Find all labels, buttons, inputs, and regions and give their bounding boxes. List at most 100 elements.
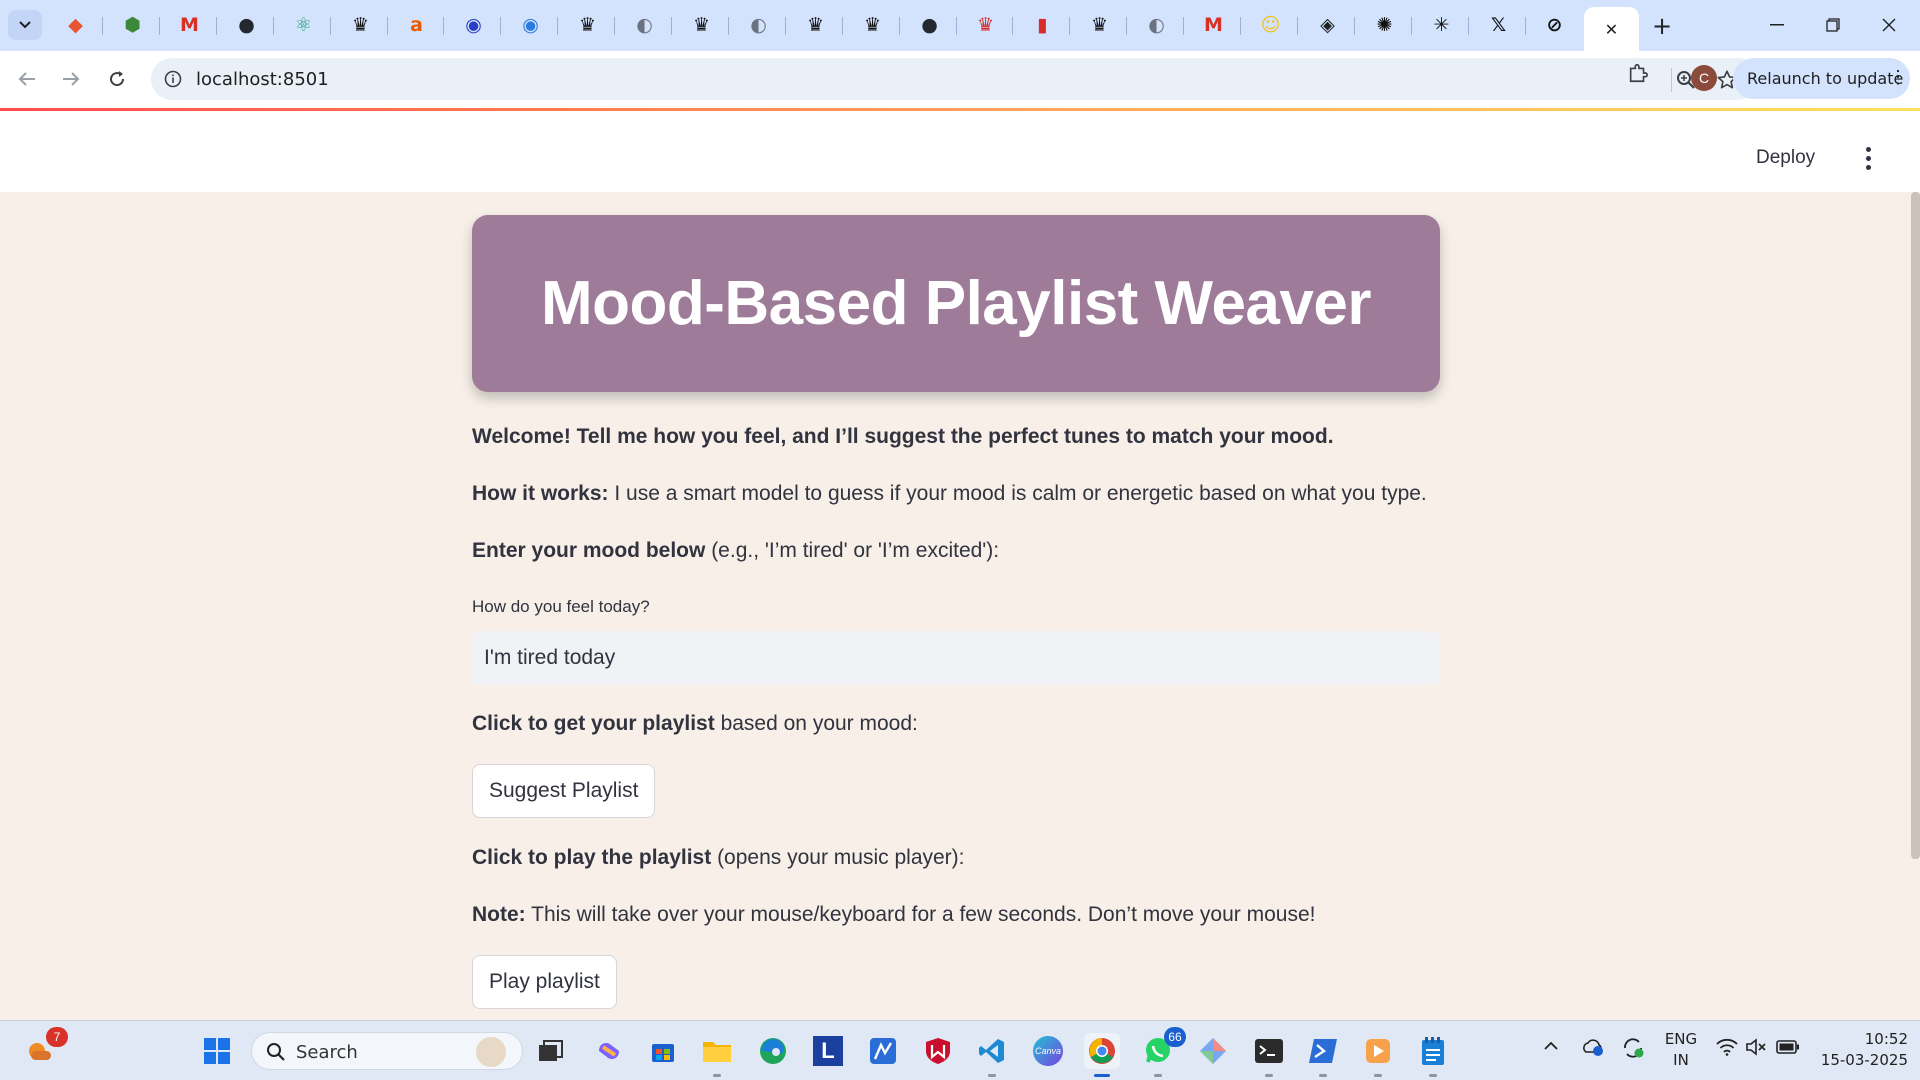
address-bar[interactable]: localhost:8501 [151, 58, 1759, 100]
browser-tab[interactable]: ♛ [1072, 7, 1127, 43]
more-vertical-icon[interactable]: ⋮ [1889, 67, 1907, 88]
browser-tab[interactable]: ♛ [845, 7, 900, 43]
chrome-app[interactable] [1084, 1033, 1120, 1077]
browser-tab[interactable]: ⊘ [1527, 7, 1582, 43]
browser-tab[interactable]: ♛ [333, 7, 388, 43]
browser-tab[interactable]: ✳ [1414, 7, 1469, 43]
mcafee-app[interactable] [920, 1033, 956, 1069]
enter-mood-body: (e.g., 'I’m tired' or 'I’m excited'): [705, 539, 1000, 562]
restore-button[interactable] [1810, 10, 1856, 40]
browser-tab[interactable]: ◐ [1129, 7, 1184, 43]
kaggle-crown-icon: ♛ [351, 14, 370, 36]
notepad-app[interactable] [1415, 1033, 1451, 1077]
search-icon [267, 1043, 285, 1061]
show-hidden-icons-button[interactable] [1543, 1039, 1559, 1055]
browser-tab[interactable]: a [389, 7, 444, 43]
site-info-icon[interactable] [161, 67, 185, 91]
tab-separator [1411, 17, 1412, 35]
browser-tab[interactable]: ✺ [1357, 7, 1412, 43]
url-text[interactable]: localhost:8501 [196, 69, 329, 90]
tab-search-button[interactable] [8, 10, 42, 40]
taskbar-search[interactable]: Search [251, 1032, 523, 1070]
more-vertical-icon [1865, 146, 1871, 152]
play-icon [1366, 1039, 1390, 1063]
browser-tab[interactable]: ☺ [1243, 7, 1298, 43]
browser-tab[interactable]: ● [902, 7, 957, 43]
browser-tab[interactable]: ♛ [788, 7, 843, 43]
how-it-works-bold: How it works: [472, 482, 609, 505]
browser-tab[interactable]: ♛ [958, 7, 1013, 43]
browser-tab[interactable]: ◆ [48, 7, 103, 43]
media-player-app[interactable] [1360, 1033, 1396, 1077]
terminal-app[interactable] [1251, 1033, 1287, 1077]
browser-tab[interactable]: ● [219, 7, 274, 43]
microsoft-store-app[interactable] [645, 1033, 681, 1069]
forward-button[interactable] [53, 61, 89, 97]
weather-widget[interactable]: 7 [22, 1027, 68, 1069]
browser-tab[interactable]: ▮ [1015, 7, 1070, 43]
browser-tab[interactable]: ⬢ [105, 7, 160, 43]
play-playlist-bold: Click to play the playlist [472, 846, 712, 869]
browser-tab[interactable]: ♛ [560, 7, 615, 43]
copilot-app[interactable] [591, 1033, 627, 1069]
reload-icon [110, 71, 125, 87]
battery-icon[interactable] [1776, 1040, 1800, 1058]
get-playlist-body: based on your mood: [714, 712, 918, 735]
file-explorer-app[interactable] [699, 1033, 735, 1077]
globe-icon: ◐ [750, 14, 767, 36]
relaunch-to-update-button[interactable]: Relaunch to update ⋮ [1733, 58, 1910, 99]
whatsapp-app[interactable]: 66 [1140, 1027, 1186, 1077]
powershell-app[interactable] [1305, 1033, 1341, 1077]
crown-red-icon: ♛ [976, 14, 995, 36]
l-app[interactable]: L [810, 1033, 846, 1069]
browser-tab[interactable]: ♛ [674, 7, 729, 43]
volume-muted-icon[interactable] [1745, 1038, 1767, 1060]
start-button[interactable] [199, 1033, 235, 1069]
browser-tab[interactable]: ◈ [1300, 7, 1355, 43]
browser-tab[interactable]: ◉ [503, 7, 558, 43]
weather-badge: 7 [46, 1027, 68, 1047]
browser-tab[interactable]: 𝕏 [1471, 7, 1526, 43]
tab-separator [842, 17, 843, 35]
mood-input[interactable] [472, 631, 1440, 685]
onedrive-tray-icon[interactable] [1581, 1037, 1605, 1061]
browser-tab[interactable]: M [162, 7, 217, 43]
app-error-icon: ◈ [1320, 14, 1335, 36]
browser-tab[interactable]: ⚛ [276, 7, 331, 43]
deploy-button[interactable]: Deploy [1756, 147, 1815, 169]
browser-tab[interactable]: ◐ [617, 7, 672, 43]
language-indicator[interactable]: ENG IN [1660, 1029, 1702, 1071]
browser-tab[interactable]: M [1186, 7, 1241, 43]
gemini-app[interactable] [1195, 1033, 1231, 1069]
reload-button[interactable] [99, 61, 135, 97]
active-tab[interactable]: ✕ [1584, 7, 1639, 51]
system-clock[interactable]: 10:52 15-03-2025 [1812, 1029, 1908, 1071]
new-tab-button[interactable]: + [1648, 12, 1676, 40]
browser-tab[interactable]: ◉ [446, 7, 501, 43]
gitkraken-app[interactable] [865, 1033, 901, 1069]
terminal-icon [1255, 1039, 1283, 1063]
canva-app[interactable]: Canva [1030, 1033, 1066, 1069]
page-title: Mood-Based Playlist Weaver [540, 269, 1372, 338]
app-header: Deploy [0, 111, 1920, 192]
close-window-button[interactable] [1866, 10, 1912, 40]
tab-separator [1126, 17, 1127, 35]
browser-tab[interactable]: ◐ [731, 7, 786, 43]
profile-avatar[interactable]: C [1691, 65, 1717, 91]
back-button[interactable] [9, 61, 45, 97]
minimize-button[interactable] [1754, 10, 1800, 40]
page-scrollbar[interactable] [1911, 192, 1920, 859]
edge-app[interactable] [755, 1033, 791, 1069]
sync-tray-icon[interactable] [1621, 1037, 1645, 1063]
play-playlist-button[interactable]: Play playlist [472, 955, 617, 1009]
main-menu-button[interactable] [1856, 143, 1880, 173]
language-code: ENG [1664, 1030, 1698, 1048]
task-view-button[interactable] [533, 1033, 569, 1069]
vscode-app[interactable] [974, 1033, 1010, 1077]
suggest-playlist-button[interactable]: Suggest Playlist [472, 764, 656, 818]
wifi-icon[interactable] [1716, 1038, 1738, 1060]
tab-separator [1069, 17, 1070, 35]
tab-separator [1240, 17, 1241, 35]
extensions-button[interactable] [1621, 56, 1655, 90]
close-tab-icon[interactable]: ✕ [1602, 19, 1622, 39]
